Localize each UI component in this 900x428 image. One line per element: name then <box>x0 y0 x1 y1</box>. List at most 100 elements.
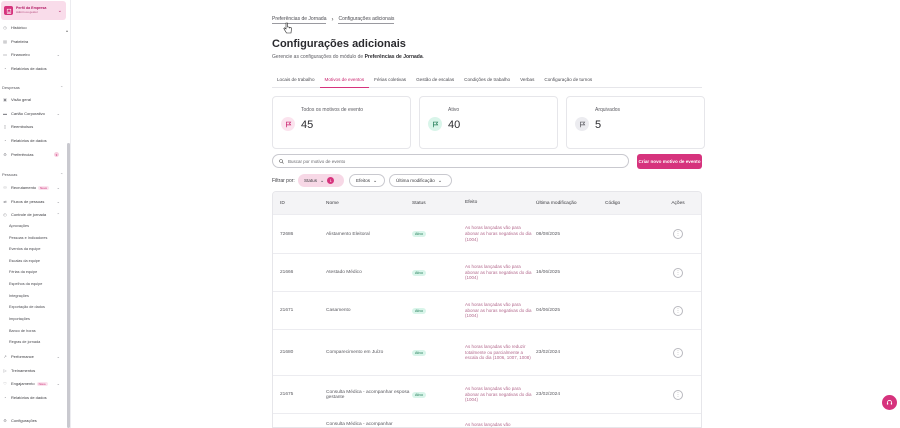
sidebar-item-label: Visão geral <box>11 97 31 102</box>
sidebar-item-controle-jornada[interactable]: ◴ Controle de jornada ⌃ <box>0 210 66 219</box>
tab-ferias-coletivas[interactable]: Férias coletivas <box>369 73 411 88</box>
sidebar-item-relatorios[interactable]: ◔ Relatórios de dados <box>0 64 66 73</box>
table-row[interactable]: 21675 Consulta Médica - acompanhar espos… <box>273 375 701 413</box>
sidebar-item-treinamentos[interactable]: ▷ Treinamentos <box>0 366 66 375</box>
sidebar-item-reembolsos[interactable]: ▯ Reembolsos <box>0 122 66 131</box>
tab-condicoes[interactable]: Condições de trabalho <box>459 73 515 88</box>
card-ativo[interactable]: Ativo 40 <box>419 96 558 149</box>
chevron-right-icon: › <box>331 17 334 23</box>
training-icon: ▷ <box>3 368 7 373</box>
sidebar-subitem-regras[interactable]: Regras de jornada <box>9 340 40 344</box>
cell-efeito: As horas lançadas vão <box>465 422 511 427</box>
sidebar-item-preferencias[interactable]: ⚙ Preferências 3 <box>0 150 66 159</box>
sidebar-subitem-aprovacoes[interactable]: Aprovações <box>9 224 29 228</box>
new-badge: Novo <box>38 185 50 190</box>
cell-id: 72686 <box>280 231 294 237</box>
cell-data: 23/02/2024 <box>536 350 561 355</box>
header-status[interactable]: Status <box>412 201 465 206</box>
main-content: Preferências de Jornada › Configurações … <box>72 0 900 428</box>
sidebar-item-performance[interactable]: ↗ Performance ⌄ <box>0 352 66 361</box>
table-row[interactable]: 21671 Casamento Ativo As horas lançadas … <box>273 291 701 329</box>
sidebar-item-label: Treinamentos <box>11 368 36 373</box>
sidebar-subitem-pessoas-indicadores[interactable]: Pessoas e Indicadores <box>9 236 47 240</box>
table-row[interactable]: Consulta Médica - acompanhar As horas la… <box>273 413 701 427</box>
chevron-down-icon: ⌄ <box>56 199 60 204</box>
sidebar-item-historico[interactable]: ◷ Histórico <box>0 23 66 32</box>
sidebar-subitem-espelhos[interactable]: Espelhos da equipe <box>9 282 42 286</box>
card-arquivados[interactable]: Arquivados 5 <box>566 96 705 149</box>
sidebar-item-financeiro[interactable]: ▭ Financeiro ⌄ <box>0 50 66 59</box>
table-row[interactable]: 21666 Atestado Médico Ativo As horas lan… <box>273 253 701 291</box>
search-input[interactable] <box>288 158 588 164</box>
receipt-icon: ▯ <box>3 124 7 129</box>
header-id[interactable]: ID <box>273 201 326 206</box>
chevron-up-icon: ⌃ <box>60 85 64 90</box>
sidebar-item-fluxos[interactable]: ⇄ Fluxos de pessoas ⌄ <box>0 197 66 206</box>
page-subtitle: Gerencie as configurações do módulo de P… <box>272 54 424 60</box>
chevron-down-icon: ⌄ <box>56 52 60 57</box>
sidebar-subitem-ferias[interactable]: Férias da equipe <box>9 270 37 274</box>
summary-cards: Todos os motivos de evento 45 Ativo 40 A… <box>272 96 705 149</box>
card-value: 5 <box>595 119 602 131</box>
chevron-up-icon: ⌃ <box>56 212 60 217</box>
cell-efeito: As horas lançadas vão para abonar as hor… <box>465 385 532 403</box>
tab-turnos[interactable]: Configuração de turnos <box>539 73 597 88</box>
sidebar-item-recrutamento[interactable]: ⚇ Recrutamento Novo ⌄ <box>0 183 66 192</box>
clock-icon: ◴ <box>3 212 7 217</box>
header-nome[interactable]: Nome <box>326 201 412 206</box>
more-actions-icon[interactable]: ⋮ <box>673 267 683 278</box>
report-icon: ◔ <box>3 138 7 143</box>
header-data[interactable]: Última modificação <box>536 201 605 206</box>
filter-efeitos-chip[interactable]: Efeitos ⌄ <box>349 174 385 187</box>
cell-nome: Atestado Médico <box>326 270 362 275</box>
sidebar-item-visao-geral[interactable]: ▣ Visão geral <box>0 95 66 104</box>
profile-subtitle: Admin ou gestor <box>16 10 38 15</box>
sidebar-subitem-eventos[interactable]: Eventos da equipe <box>9 247 40 251</box>
breadcrumb-configuracoes[interactable]: Configurações adicionais <box>338 16 395 24</box>
sidebar-item-label: Cartão Corporativo <box>11 111 45 116</box>
sidebar-item-relatorios-pessoas[interactable]: ◔ Relatórios de dados <box>0 393 66 402</box>
tab-gestao-escalas[interactable]: Gestão de escalas <box>411 73 459 88</box>
sidebar-item-cartao[interactable]: ▬ Cartão Corporativo ⌄ <box>0 109 66 118</box>
table-row[interactable]: 21680 Comparecimento em Juízo Ativo As h… <box>273 329 701 375</box>
sidebar-scrollbar[interactable] <box>67 143 70 428</box>
help-chat-button[interactable] <box>882 395 897 410</box>
card-value: 40 <box>448 119 461 131</box>
table-row[interactable]: 72686 Alistamento Eleitoral Ativo As hor… <box>273 214 701 253</box>
search-field[interactable] <box>272 154 629 168</box>
sidebar-subitem-exportacao[interactable]: Exportação de dados <box>9 305 45 309</box>
header-codigo[interactable]: Código <box>605 201 655 206</box>
more-actions-icon[interactable]: ⋮ <box>673 347 683 358</box>
tab-locais[interactable]: Locais de trabalho <box>272 73 320 88</box>
tab-verbas[interactable]: Verbas <box>515 73 539 88</box>
sidebar-subitem-banco-horas[interactable]: Banco de horas <box>9 329 36 333</box>
more-actions-icon[interactable]: ⋮ <box>673 229 683 239</box>
chevron-up-icon: ⌃ <box>60 172 64 177</box>
more-actions-icon[interactable]: ⋮ <box>673 389 683 400</box>
flow-icon: ⇄ <box>3 199 7 204</box>
sidebar-subitem-importacoes[interactable]: Importações <box>9 317 30 321</box>
tab-motivos-eventos[interactable]: Motivos de eventos <box>319 73 370 88</box>
header-efeito[interactable]: Efeito <box>465 200 536 206</box>
cell-id: 21666 <box>280 270 294 275</box>
more-actions-icon[interactable]: ⋮ <box>673 305 683 316</box>
sidebar-subitem-escalas[interactable]: Escalas da equipe <box>9 259 40 263</box>
section-pessoas[interactable]: Pessoas ⌃ <box>2 172 63 177</box>
card-todos[interactable]: Todos os motivos de evento 45 <box>272 96 411 149</box>
create-event-reason-button[interactable]: Criar novo motivo de evento <box>637 154 702 169</box>
sidebar-item-configuracoes[interactable]: ⚙ Configurações <box>0 416 66 425</box>
status-badge: Ativo <box>412 307 426 314</box>
filter-status-chip[interactable]: Status ⌄ 1 <box>298 174 344 187</box>
scroll-up-icon[interactable]: ▴ <box>66 28 68 33</box>
sidebar-subitem-integracoes[interactable]: Integrações <box>9 294 29 298</box>
profile-switcher[interactable]: Perfil da Empresa Admin ou gestor ⌄ <box>1 1 66 20</box>
section-despesas[interactable]: Despesas ⌃ <box>2 85 63 90</box>
page-title: Configurações adicionais <box>272 38 406 50</box>
filter-ultima-chip[interactable]: Última modificação ⌄ <box>389 174 452 187</box>
event-reasons-table: ID Nome Status Efeito Última modificação… <box>272 191 702 428</box>
sidebar-item-relatorios-despesas[interactable]: ◔ Relatórios de dados <box>0 136 66 145</box>
breadcrumb-preferencias[interactable]: Preferências de Jornada <box>272 16 327 24</box>
sidebar-item-label: Controle de jornada <box>11 212 47 217</box>
sidebar-item-engajamento[interactable]: ♡ Engajamento Novo ⌄ <box>0 379 66 388</box>
sidebar-item-prateleira[interactable]: ▤ Prateleira <box>0 37 66 46</box>
